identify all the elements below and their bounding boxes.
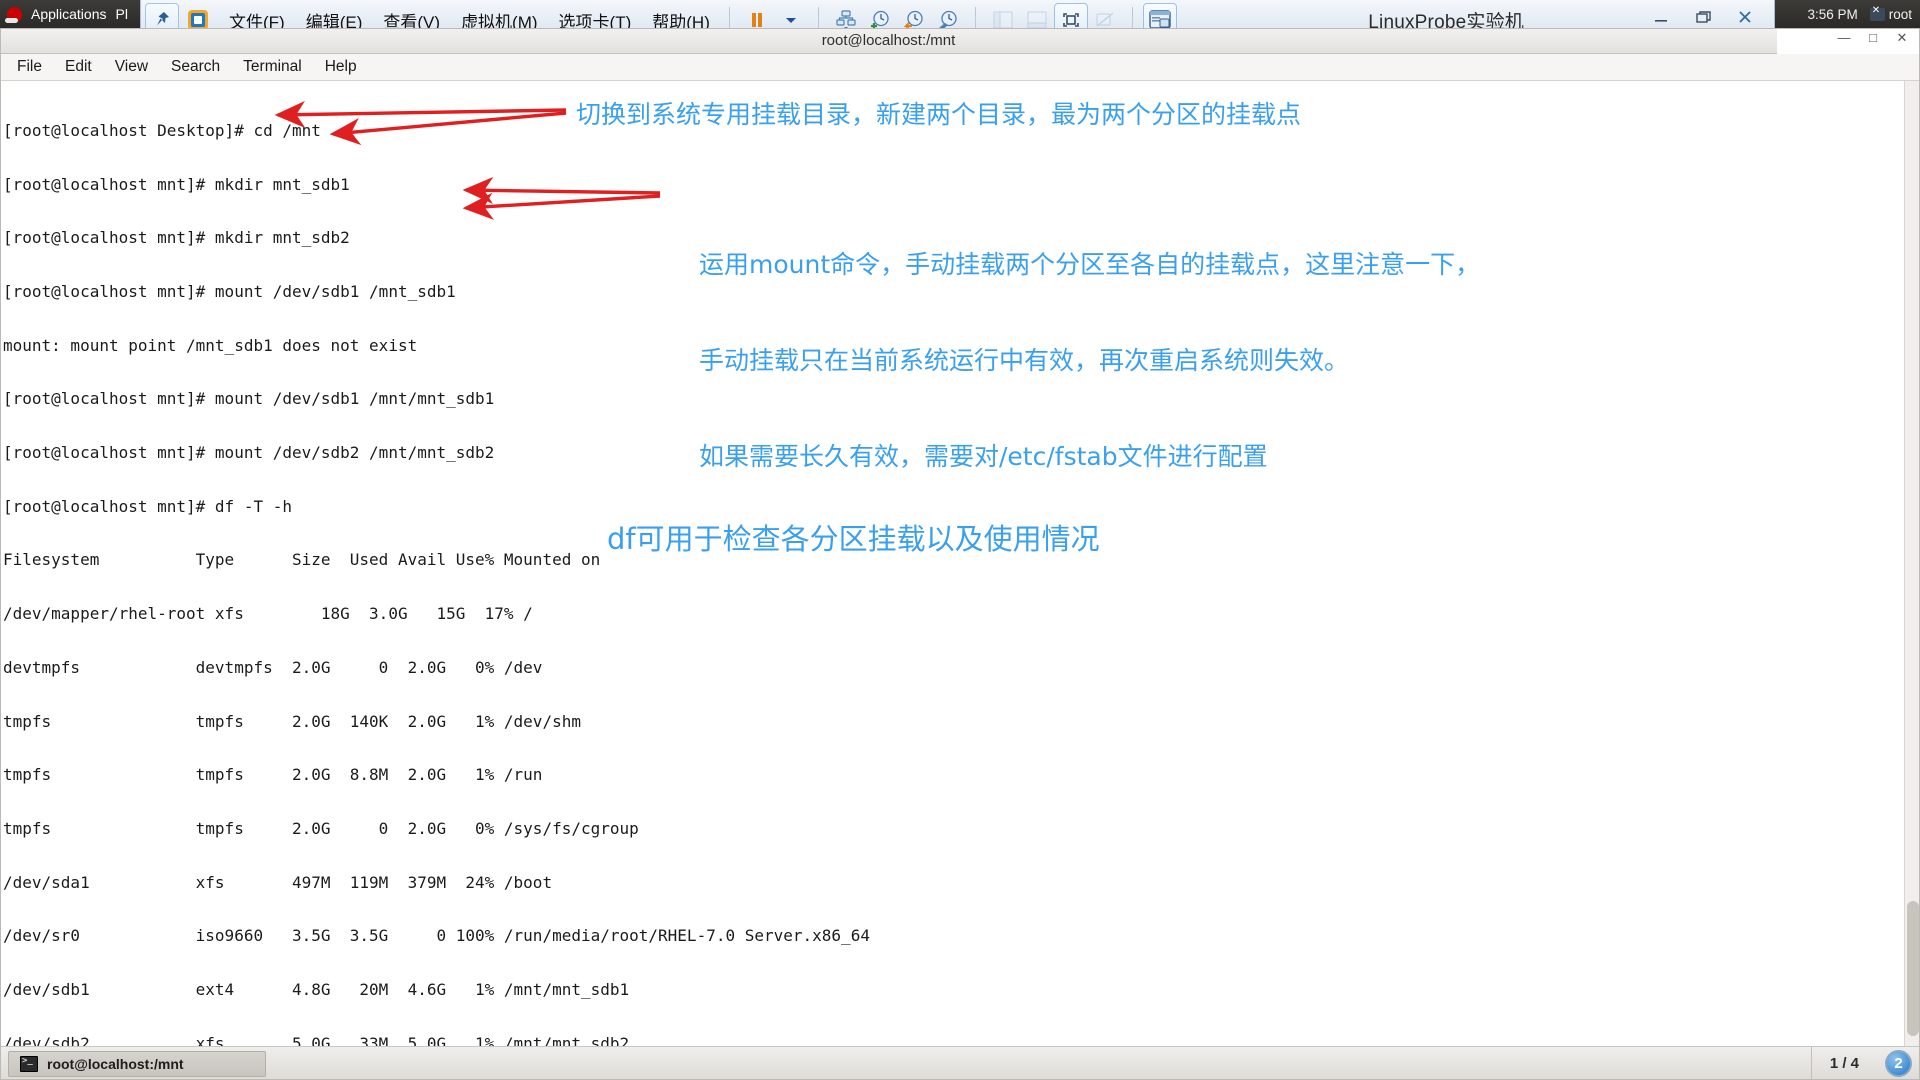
- taskbar-item-terminal[interactable]: root@localhost:/mnt: [8, 1050, 266, 1077]
- terminal-line: /dev/sda1 xfs 497M 119M 379M 24% /boot: [3, 872, 553, 892]
- annotation-note-2-line-1: 运用mount命令，手动挂载两个分区至各自的挂载点，这里注意一下，: [699, 250, 1481, 279]
- vmware-window-controls: [1648, 6, 1758, 28]
- terminal-menu-terminal[interactable]: Terminal: [232, 56, 313, 78]
- terminal-menu-search[interactable]: Search: [160, 56, 231, 78]
- guest-scrollbar-thumb[interactable]: [1907, 901, 1919, 1036]
- applications-menu[interactable]: Applications: [31, 6, 107, 22]
- annotation-note-1: 切换到系统专用挂载目录，新建两个目录，最为两个分区的挂载点: [576, 100, 1302, 129]
- terminal-line: devtmpfs devtmpfs 2.0G 0 2.0G 0% /dev: [3, 657, 543, 677]
- terminal-close-button[interactable]: ✕: [1894, 30, 1910, 46]
- taskbar-item-label: root@localhost:/mnt: [47, 1055, 184, 1072]
- workspace-pager[interactable]: 1 / 4: [1810, 1046, 1877, 1080]
- guest-taskbar: root@localhost:/mnt 1 / 4 2: [0, 1046, 1920, 1080]
- taskbar-right-area: 1 / 4 2: [1810, 1046, 1920, 1080]
- panel-clock[interactable]: 3:56 PM: [1807, 7, 1857, 22]
- workspace-badge[interactable]: 2: [1885, 1049, 1912, 1077]
- terminal-line: tmpfs tmpfs 2.0G 8.8M 2.0G 1% /run: [3, 765, 543, 785]
- panel-user-menu[interactable]: root: [1869, 5, 1912, 22]
- terminal-titlebar: root@localhost:/mnt: [0, 28, 1777, 54]
- terminal-line: /dev/sdb1 ext4 4.8G 20M 4.6G 1% /mnt/mnt…: [3, 980, 630, 1000]
- annotation-note-2-line-3: 如果需要长久有效，需要对/etc/fstab文件进行配置: [699, 442, 1268, 471]
- panel-user-label: root: [1888, 7, 1912, 22]
- terminal-window-controls: — □ ✕: [1836, 30, 1910, 46]
- annotation-note-3: df可用于检查各分区挂载以及使用情况: [607, 522, 1100, 556]
- terminal-title-text: root@localhost:/mnt: [821, 32, 956, 49]
- terminal-icon: [20, 1055, 38, 1072]
- terminal-line: tmpfs tmpfs 2.0G 140K 2.0G 1% /dev/shm: [3, 711, 581, 731]
- user-status-icon: [1869, 5, 1885, 21]
- terminal-menu-edit[interactable]: Edit: [54, 56, 103, 78]
- annotation-note-2: 运用mount命令，手动挂载两个分区至各自的挂载点，这里注意一下， 手动挂载只在…: [699, 185, 1480, 505]
- minimize-button[interactable]: [1648, 6, 1674, 28]
- places-menu[interactable]: Pl: [116, 6, 128, 22]
- terminal-menu-help[interactable]: Help: [314, 56, 368, 78]
- terminal-line: /dev/mapper/rhel-root xfs 18G 3.0G 15G 1…: [3, 604, 533, 624]
- terminal-maximize-button[interactable]: □: [1865, 30, 1881, 46]
- guest-scrollbar[interactable]: [1904, 81, 1920, 1046]
- terminal-menubar: File Edit View Search Terminal Help: [0, 54, 1920, 81]
- annotation-note-2-line-2: 手动挂载只在当前系统运行中有效，再次重启系统则失效。: [699, 346, 1350, 375]
- restore-button[interactable]: [1690, 6, 1716, 28]
- close-button[interactable]: [1732, 6, 1758, 28]
- terminal-menu-view[interactable]: View: [104, 56, 159, 78]
- terminal-line: tmpfs tmpfs 2.0G 0 2.0G 0% /sys/fs/cgrou…: [3, 818, 639, 838]
- terminal-line: /dev/sr0 iso9660 3.5G 3.5G 0 100% /run/m…: [3, 926, 870, 946]
- redhat-logo-icon: [5, 6, 22, 23]
- terminal-menu-file[interactable]: File: [6, 56, 53, 78]
- terminal-minimize-button[interactable]: —: [1836, 30, 1852, 46]
